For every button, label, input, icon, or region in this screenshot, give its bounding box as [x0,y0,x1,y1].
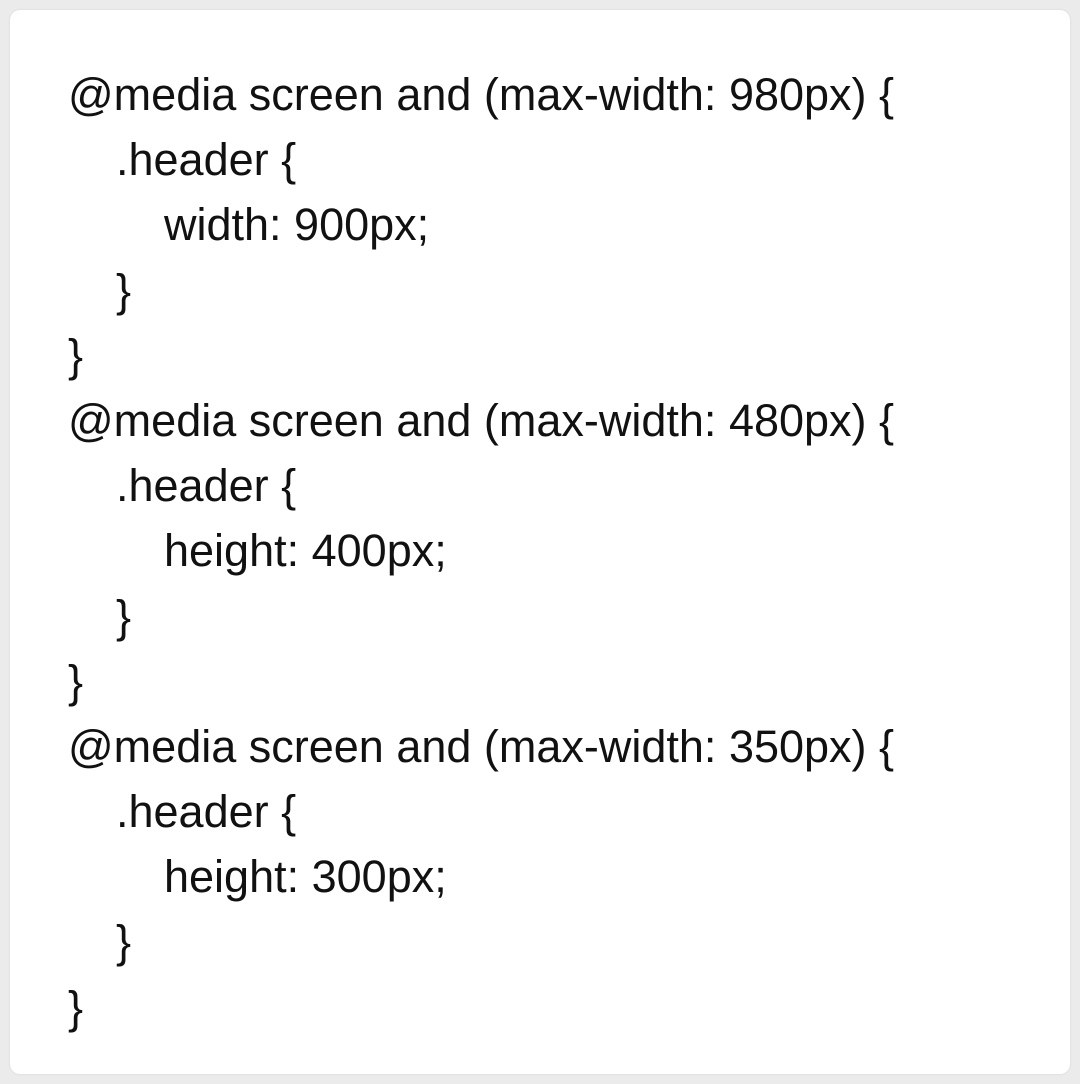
code-line-height-property: height: 400px; [164,525,447,577]
code-line-height-property: height: 300px; [164,851,447,903]
code-line-rule-close: } [116,590,132,642]
code-line-rule-close: } [116,264,132,316]
code-line-header-selector: .header { [116,134,297,186]
code-line-media-980: @media screen and (max-width: 980px) { [68,69,895,120]
code-line-media-close: } [68,655,84,707]
css-code-block: @media screen and (max-width: 980px) { .… [68,62,894,1040]
code-line-media-close: } [68,981,84,1033]
code-line-rule-close: } [116,916,132,968]
code-line-width-property: width: 900px; [164,199,430,251]
code-line-media-350: @media screen and (max-width: 350px) { [68,720,895,772]
code-line-header-selector: .header { [116,786,297,838]
code-line-media-480: @media screen and (max-width: 480px) { [68,394,895,446]
code-line-media-close: } [68,329,84,381]
document-frame: @media screen and (max-width: 980px) { .… [10,10,1070,1074]
code-line-header-selector: .header { [116,460,297,512]
